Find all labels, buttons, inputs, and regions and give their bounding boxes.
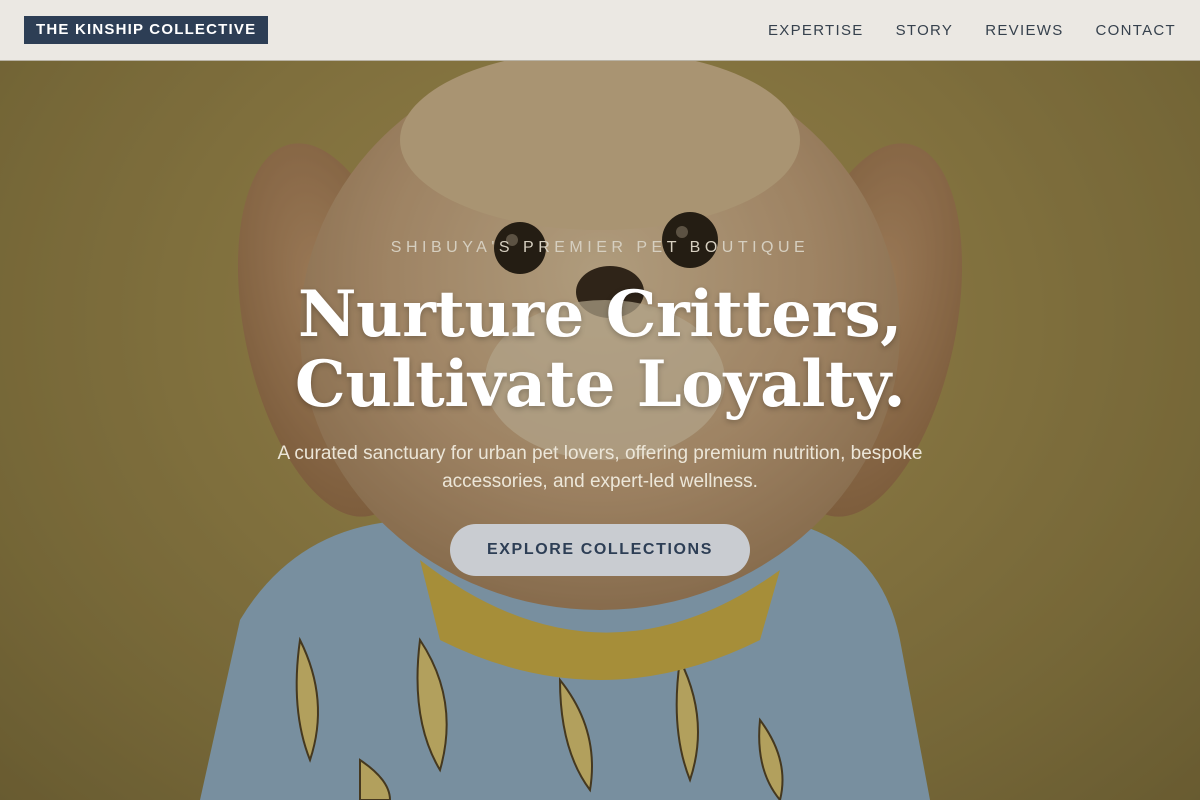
hero-title-line-1: Nurture Critters,	[298, 277, 902, 352]
hero-content: SHIBUYA'S PREMIER PET BOUTIQUE Nurture C…	[0, 236, 1200, 576]
main-nav: EXPERTISE STORY REVIEWS CONTACT	[768, 22, 1176, 39]
hero-title-line-2: Cultivate Loyalty.	[294, 347, 906, 422]
brand-logo[interactable]: THE KINSHIP COLLECTIVE	[24, 16, 269, 44]
hero-title: Nurture Critters, Cultivate Loyalty.	[0, 280, 1200, 420]
landing-page: THE KINSHIP COLLECTIVE EXPERTISE STORY R…	[0, 0, 1200, 800]
nav-link-reviews[interactable]: REVIEWS	[985, 22, 1063, 39]
nav-link-expertise[interactable]: EXPERTISE	[768, 22, 864, 39]
hero-subtitle: A curated sanctuary for urban pet lovers…	[277, 443, 923, 492]
explore-collections-button[interactable]: EXPLORE COLLECTIONS	[450, 524, 750, 576]
site-header: THE KINSHIP COLLECTIVE EXPERTISE STORY R…	[0, 0, 1200, 61]
nav-link-contact[interactable]: CONTACT	[1096, 22, 1176, 39]
nav-link-story[interactable]: STORY	[896, 22, 954, 39]
hero-eyebrow: SHIBUYA'S PREMIER PET BOUTIQUE	[390, 239, 810, 256]
